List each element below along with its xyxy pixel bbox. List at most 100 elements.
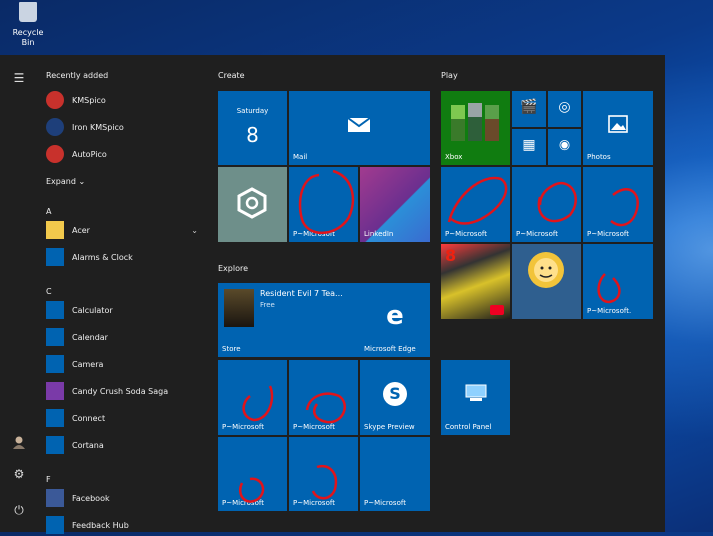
calendar-tile[interactable]: Saturday 8: [218, 91, 287, 165]
movies-tile[interactable]: 🎬: [512, 91, 546, 127]
candy-icon: [46, 382, 64, 400]
control-panel-tile[interactable]: Control Panel: [441, 360, 510, 435]
app-list-item[interactable]: Alarms & Clock: [46, 246, 206, 268]
settings-hex-tile[interactable]: [218, 167, 287, 242]
recent-app-item[interactable]: AutoPico: [46, 143, 206, 165]
clapperboard-icon: 🎬: [520, 99, 538, 116]
start-rail: ☰ ⚙ ⏻: [0, 55, 38, 532]
recycle-bin-label: Recycle Bin: [12, 28, 44, 47]
facebook-icon: [46, 489, 64, 507]
photos-label: Photos: [587, 153, 611, 161]
p-microsoft-tile-10[interactable]: P~Microsoft: [360, 437, 430, 511]
iron-kmspico-icon: [46, 118, 64, 136]
app-label: Acer: [72, 225, 90, 235]
recent-app-item[interactable]: KMSpico: [46, 89, 206, 111]
music-disc-icon: ◎: [558, 99, 571, 116]
calculator-icon: ▦: [522, 137, 536, 154]
webcam-icon: ◉: [558, 137, 571, 153]
skype-tile[interactable]: S Skype Preview: [360, 360, 430, 435]
section-letter-f[interactable]: F: [46, 475, 51, 484]
app-list-item[interactable]: Feedback Hub: [46, 514, 206, 536]
app-list-item[interactable]: Facebook: [46, 487, 206, 509]
linkedin-tile[interactable]: LinkedIn: [360, 167, 430, 242]
app-label: Cortana: [72, 440, 104, 450]
mail-label: Mail: [293, 153, 308, 161]
hamburger-icon: ☰: [13, 71, 25, 85]
webcam-tile[interactable]: ◉: [548, 129, 581, 165]
app-list-item[interactable]: Camera: [46, 353, 206, 375]
p-microsoft-tile-1[interactable]: P~Microsoft: [289, 167, 358, 242]
fallout-shelter-tile[interactable]: [512, 244, 581, 319]
recycle-bin[interactable]: Recycle Bin: [6, 2, 50, 48]
red-scribble-annotation: [305, 392, 346, 424]
p-microsoft-tile-4[interactable]: P~Microsoft: [583, 167, 653, 242]
expand-link[interactable]: Expand ⌄: [46, 177, 85, 186]
edge-label: Microsoft Edge: [364, 345, 416, 353]
red-scribble-annotation: [311, 464, 338, 500]
p-microsoft-tile-6[interactable]: P~Microsoft: [218, 360, 287, 435]
p-microsoft-tile-7[interactable]: P~Microsoft: [289, 360, 358, 435]
app-list-item[interactable]: Calendar: [46, 326, 206, 348]
app-label: KMSpico: [72, 95, 106, 105]
app-list-item[interactable]: Acer ⌄: [46, 219, 206, 241]
resident-evil-thumbnail: [224, 289, 254, 327]
photos-tile[interactable]: Photos: [583, 91, 653, 165]
photos-icon: [608, 115, 628, 133]
red-scribble-annotation: [242, 385, 274, 422]
groove-music-tile[interactable]: ◎: [548, 91, 581, 127]
store-featured-title: Resident Evil 7 Tea...: [260, 289, 343, 298]
chevron-down-icon[interactable]: ⌄: [191, 226, 198, 235]
p-microsoft-tile-8[interactable]: P~Microsoft: [218, 437, 287, 511]
power-button[interactable]: ⏻: [0, 497, 38, 523]
edge-tile[interactable]: e Microsoft Edge: [360, 283, 430, 357]
asphalt-8-logo: 8: [445, 246, 457, 265]
xbox-label: Xbox: [445, 153, 463, 161]
group-title-create: Create: [218, 71, 245, 80]
app-list-item[interactable]: Cortana: [46, 434, 206, 456]
recently-added-heading: Recently added: [46, 71, 109, 80]
app-label: Facebook: [72, 493, 110, 503]
calendar-day: Saturday: [236, 107, 269, 115]
hexagon-icon: [237, 187, 267, 219]
folder-icon: [46, 221, 64, 239]
start-menu: ☰ ⚙ ⏻ Recently added KMSpico Iron KMSpico…: [0, 55, 665, 534]
camera-icon: [46, 355, 64, 373]
gameloft-badge-icon: [490, 305, 504, 315]
chevron-down-icon: ⌄: [78, 177, 86, 186]
cortana-icon: [46, 436, 64, 454]
section-letter-c[interactable]: C: [46, 287, 52, 296]
recent-app-item[interactable]: Iron KMSpico: [46, 116, 206, 138]
alarm-icon: [46, 248, 64, 266]
calculator-tile[interactable]: ▦: [512, 129, 546, 165]
mail-tile[interactable]: Mail: [289, 91, 430, 165]
hamburger-menu-button[interactable]: ☰: [0, 65, 38, 91]
red-scribble-annotation: [537, 182, 577, 223]
app-list-item[interactable]: Connect: [46, 407, 206, 429]
control-panel-label: Control Panel: [445, 423, 492, 431]
p-microsoft-tile-9[interactable]: P~Microsoft: [289, 437, 358, 511]
group-title-play: Play: [441, 71, 458, 80]
power-icon: ⏻: [14, 502, 24, 517]
control-panel-icon: [465, 384, 487, 401]
red-scribble-annotation: [447, 176, 508, 225]
p-microsoft-label: P~Microsoft: [364, 499, 406, 507]
red-scribble-annotation: [239, 477, 265, 503]
user-account-button[interactable]: [0, 429, 38, 455]
p-microsoft-tile-5[interactable]: P~Microsoft.: [583, 244, 653, 319]
linkedin-label: LinkedIn: [364, 230, 394, 238]
app-label: Calculator: [72, 305, 113, 315]
store-label: Store: [222, 345, 241, 353]
p-microsoft-tile-3[interactable]: P~Microsoft: [512, 167, 581, 242]
app-label: AutoPico: [72, 149, 107, 159]
asphalt-8-tile[interactable]: 8: [441, 244, 510, 319]
connect-icon: [46, 409, 64, 427]
section-letter-a[interactable]: A: [46, 207, 51, 216]
app-list-item[interactable]: Calculator: [46, 299, 206, 321]
p-microsoft-tile-2[interactable]: P~Microsoft: [441, 167, 510, 242]
xbox-tile[interactable]: Xbox: [441, 91, 510, 165]
app-list-item[interactable]: Candy Crush Soda Saga: [46, 380, 206, 402]
recycle-bin-icon: [19, 2, 37, 22]
settings-button[interactable]: ⚙: [0, 461, 38, 487]
gear-icon: ⚙: [13, 467, 25, 481]
store-featured-price: Free: [260, 301, 275, 309]
